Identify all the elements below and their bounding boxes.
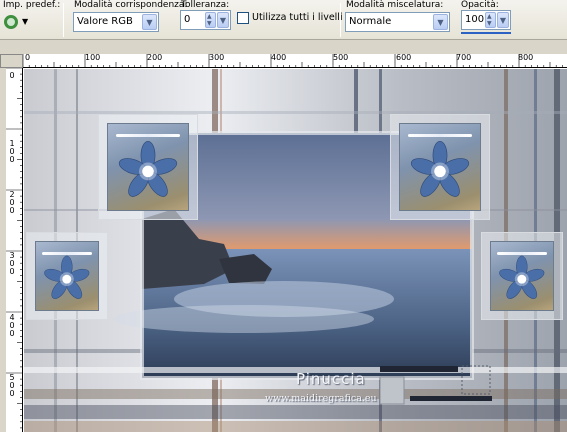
blend-mode-label: Modalità miscelatura: xyxy=(346,0,444,10)
flower-tile xyxy=(390,114,490,220)
flower-icon xyxy=(499,255,545,300)
flower-tile xyxy=(26,232,108,320)
ruler-label: 5 0 0 xyxy=(9,373,15,398)
toolbar-separator xyxy=(340,3,341,37)
ruler-label: 2 0 0 xyxy=(9,190,15,215)
ruler-label: 400 xyxy=(271,54,287,62)
tolerance-label: Tolleranza: xyxy=(181,0,230,10)
opacity-slider-indicator[interactable] xyxy=(461,32,511,34)
flower-tile xyxy=(98,114,198,220)
match-mode-label: Modalità corrispondenza: xyxy=(74,0,188,10)
horizontal-ruler[interactable]: 0 100 200 300 400 500 600 700 800 xyxy=(23,54,567,68)
workspace-top-strip xyxy=(0,40,567,54)
ruler-label: 0 xyxy=(9,71,15,80)
tile-picture xyxy=(490,241,554,311)
tolerance-spinbox[interactable]: 0 ▲ ▼ ▼ xyxy=(180,10,231,30)
image-canvas[interactable]: Pinuccia www.maidiregrafica.eu xyxy=(24,69,567,432)
ruler-label: 700 xyxy=(456,54,472,62)
ruler-label: 4 0 0 xyxy=(9,313,15,338)
vertical-ruler[interactable]: 0 1 0 0 2 0 0 3 0 0 4 0 0 5 0 0 xyxy=(6,68,23,432)
ruler-label: 0 xyxy=(25,54,31,62)
watermark-url: www.maidiregrafica.eu xyxy=(265,393,377,404)
tile-picture xyxy=(107,123,189,211)
preset-icon xyxy=(4,15,18,29)
flower-icon xyxy=(44,255,90,300)
preset-dropdown-icon: ▼ xyxy=(22,17,29,26)
ruler-label: 800 xyxy=(518,54,534,62)
tool-options-bar: Imp. predef.: ▼ Modalità corrispondenza:… xyxy=(0,0,567,40)
ruler-label: 300 xyxy=(209,54,225,62)
toolbar-separator xyxy=(63,3,64,37)
chevron-down-icon[interactable]: ▼ xyxy=(497,12,509,28)
use-all-layers-label: Utilizza tutti i livelli xyxy=(252,12,343,23)
chevron-down-icon[interactable]: ▼ xyxy=(142,14,157,30)
preset-button[interactable]: ▼ xyxy=(3,13,29,33)
chevron-down-icon[interactable]: ▼ xyxy=(217,12,229,28)
blend-mode-value: Normale xyxy=(349,16,392,27)
preset-label: Imp. predef.: xyxy=(3,0,61,10)
tolerance-value: 0 xyxy=(184,14,191,25)
opacity-label: Opacità: xyxy=(461,0,499,10)
blend-mode-select[interactable]: Normale ▼ xyxy=(345,12,450,32)
flower-icon xyxy=(410,140,470,197)
ruler-label: 1 0 0 xyxy=(9,139,15,164)
ruler-label: 200 xyxy=(147,54,163,62)
match-mode-select[interactable]: Valore RGB ▼ xyxy=(73,12,159,32)
watermark-title: Pinuccia xyxy=(296,370,366,388)
flower-tile xyxy=(481,232,563,320)
opacity-spinbox[interactable]: 100 ▲ ▼ ▼ xyxy=(461,10,511,30)
ruler-corner xyxy=(0,54,23,68)
ruler-label: 3 0 0 xyxy=(9,251,15,276)
opacity-value: 100 xyxy=(465,14,485,25)
horizontal-ruler-ticks xyxy=(23,54,563,67)
ruler-label: 500 xyxy=(333,54,349,62)
flower-icon xyxy=(118,140,178,197)
match-mode-value: Valore RGB xyxy=(77,16,133,27)
tile-picture xyxy=(35,241,99,311)
ruler-label: 100 xyxy=(85,54,101,62)
ruler-label: 600 xyxy=(396,54,412,62)
tile-picture xyxy=(399,123,481,211)
spinner-arrows-icon[interactable]: ▲ ▼ xyxy=(485,12,496,28)
use-all-layers-checkbox[interactable] xyxy=(237,12,249,24)
spinner-arrows-icon[interactable]: ▲ ▼ xyxy=(205,12,216,28)
chevron-down-icon[interactable]: ▼ xyxy=(433,14,448,30)
